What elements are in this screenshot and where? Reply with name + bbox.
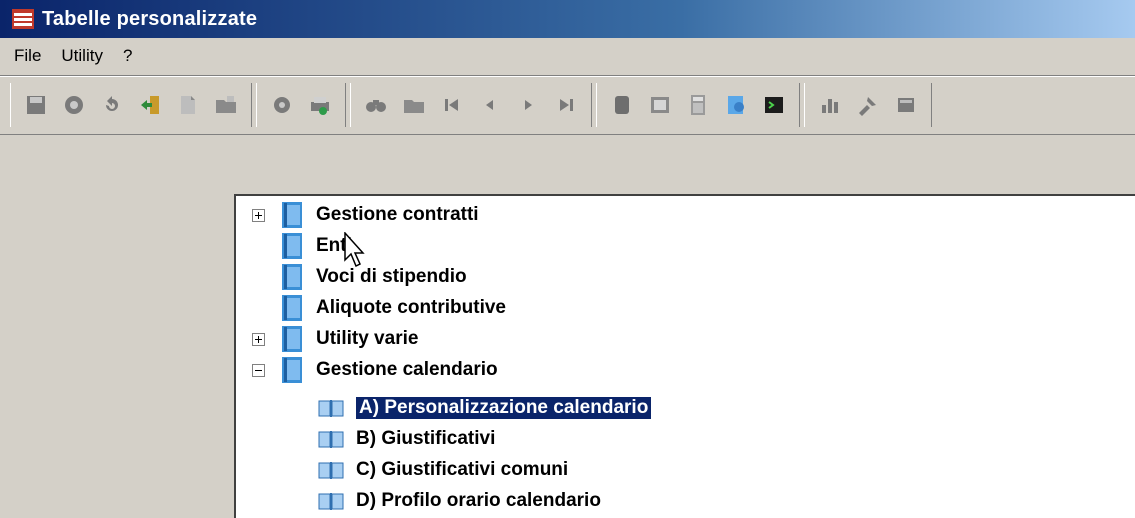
tree-item-gestione-calendario[interactable]: Gestione calendario (282, 355, 498, 385)
tree-view[interactable]: Gestione contratti Enti Voci di stipendi… (234, 194, 1135, 518)
toolbar-group-utilities (596, 83, 800, 127)
tree-item-profilo-orario-calendario[interactable]: D) Profilo orario calendario (318, 486, 601, 516)
tree-item-giustificativi-comuni[interactable]: C) Giustificativi comuni (318, 455, 568, 485)
tools-icon[interactable] (853, 89, 883, 121)
document-icon[interactable] (891, 89, 921, 121)
menu-help[interactable]: ? (121, 44, 134, 68)
menu-bar: File Utility ? (0, 38, 1135, 74)
open-book-icon (318, 460, 344, 480)
console-icon[interactable] (759, 89, 789, 121)
tree-item-voci-di-stipendio[interactable]: Voci di stipendio (282, 262, 467, 292)
tree-item-label: D) Profilo orario calendario (356, 490, 601, 511)
stop-icon[interactable] (607, 89, 637, 121)
save-icon[interactable] (21, 89, 51, 121)
calculator-icon[interactable] (683, 89, 713, 121)
toolbar-separator (0, 75, 1135, 77)
exit-icon[interactable] (135, 89, 165, 121)
window-title: Tabelle personalizzate (42, 7, 258, 30)
open-book-icon (318, 491, 344, 511)
mouse-cursor-icon (344, 232, 365, 268)
print-icon[interactable] (305, 89, 335, 121)
find-icon[interactable] (361, 89, 391, 121)
book-icon (282, 326, 302, 352)
undo-icon[interactable] (97, 89, 127, 121)
new-document-icon[interactable] (173, 89, 203, 121)
expand-toggle-utility-varie[interactable] (252, 333, 265, 346)
tree-item-giustificativi[interactable]: B) Giustificativi (318, 424, 495, 454)
book-icon (282, 295, 302, 321)
tree-item-label: B) Giustificativi (356, 428, 496, 449)
refresh-icon[interactable] (59, 89, 89, 121)
open-book-icon (318, 398, 344, 418)
settings-icon[interactable] (267, 89, 297, 121)
tree-item-label: Gestione calendario (316, 359, 498, 380)
tree-item-enti[interactable]: Enti (282, 231, 352, 261)
image-icon[interactable] (645, 89, 675, 121)
toolbar (10, 80, 1135, 130)
toolbar-group-tools (256, 83, 346, 127)
app-icon[interactable] (12, 9, 34, 29)
toolbar-group-file (10, 83, 252, 127)
toolbar-group-extra (804, 83, 932, 127)
next-record-icon[interactable] (513, 89, 543, 121)
menu-utility[interactable]: Utility (59, 44, 105, 68)
last-record-icon[interactable] (551, 89, 581, 121)
tree-item-label: C) Giustificativi comuni (356, 459, 569, 480)
book-icon (282, 202, 302, 228)
expand-toggle-gestione-contratti[interactable] (252, 209, 265, 222)
title-bar: Tabelle personalizzate (0, 0, 1135, 38)
book-icon (282, 233, 302, 259)
tree-item-label: Utility varie (316, 328, 419, 349)
previous-record-icon[interactable] (475, 89, 505, 121)
tree-item-gestione-contratti[interactable]: Gestione contratti (282, 200, 479, 230)
first-record-icon[interactable] (437, 89, 467, 121)
tree-item-label: A) Personalizzazione calendario (354, 396, 653, 420)
tree-item-label: Aliquote contributive (316, 297, 506, 318)
tree-item-utility-varie[interactable]: Utility varie (282, 324, 418, 354)
toolbar-group-navigation (350, 83, 592, 127)
window-left-edge (0, 135, 4, 517)
tree-item-label: Gestione contratti (316, 204, 479, 225)
book-icon (282, 357, 302, 383)
tree-item-personalizzazione-calendario[interactable]: A) Personalizzazione calendario (318, 393, 653, 423)
tree-item-aliquote-contributive[interactable]: Aliquote contributive (282, 293, 506, 323)
collapse-toggle-gestione-calendario[interactable] (252, 364, 265, 377)
web-icon[interactable] (721, 89, 751, 121)
folder-icon[interactable] (399, 89, 429, 121)
open-folder-icon[interactable] (211, 89, 241, 121)
chart-icon[interactable] (815, 89, 845, 121)
book-icon (282, 264, 302, 290)
menu-file[interactable]: File (12, 44, 43, 68)
open-book-icon (318, 429, 344, 449)
tree-item-label: Voci di stipendio (316, 266, 467, 287)
